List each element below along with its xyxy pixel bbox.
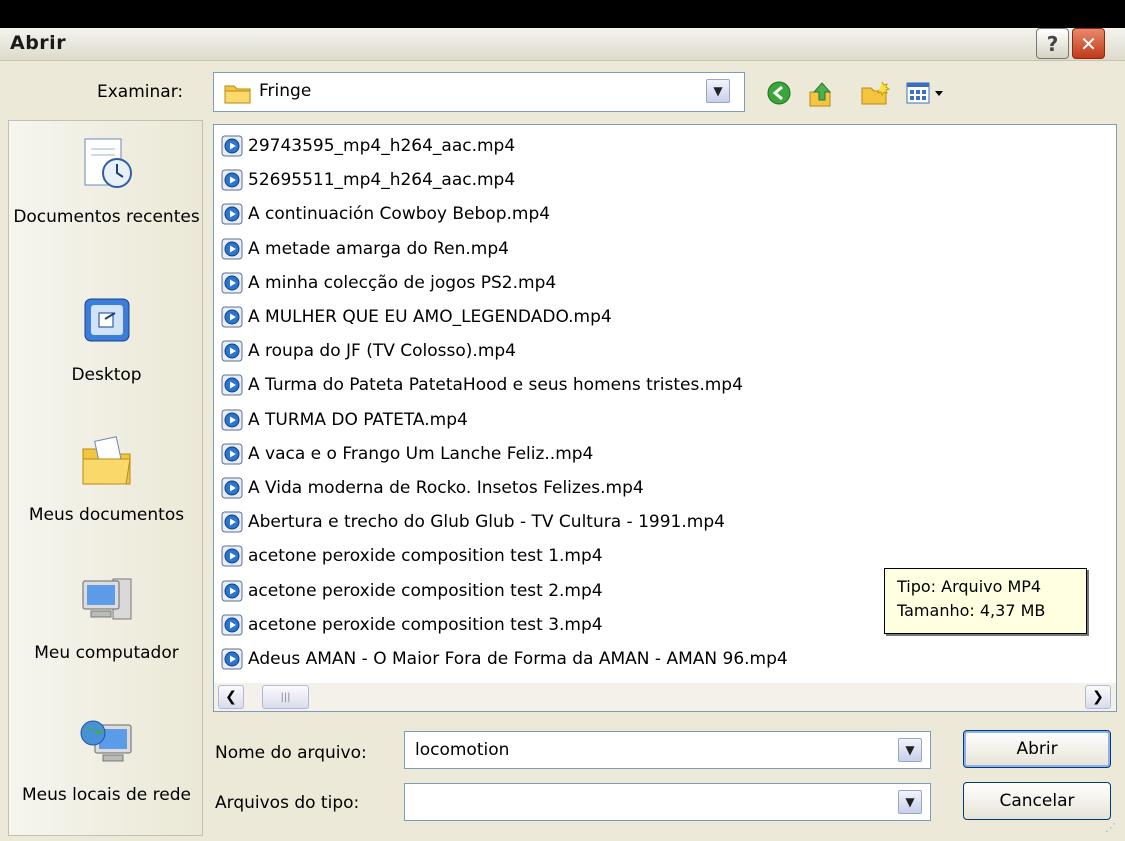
back-icon[interactable] — [766, 80, 792, 106]
file-name: A Vida moderna de Rocko. Insetos Felizes… — [248, 478, 644, 498]
media-file-icon — [221, 374, 243, 396]
media-file-icon — [221, 477, 243, 499]
filename-dropdown-arrow[interactable]: ▼ — [898, 738, 922, 762]
media-file-icon — [221, 272, 243, 294]
place-label: Meus documentos — [28, 505, 185, 525]
tooltip-size: Tamanho: 4,37 MB — [897, 601, 1046, 620]
file-name: A metade amarga do Ren.mp4 — [248, 238, 509, 259]
media-file-icon — [221, 135, 243, 157]
filename-label: Nome do arquivo: — [215, 743, 367, 763]
media-file-icon — [221, 169, 243, 191]
file-item[interactable]: A roupa do JF (TV Colosso).mp4 — [220, 336, 516, 366]
open-button[interactable]: Abrir — [963, 730, 1111, 768]
media-file-icon — [221, 340, 243, 362]
place-my-computer[interactable]: Meu computador — [9, 569, 204, 666]
place-my-documents[interactable]: Meus documentos — [9, 431, 204, 528]
file-item[interactable]: A Turma do Pateta PatetaHood e seus home… — [220, 370, 743, 400]
resize-grip[interactable]: ⋰ — [1105, 821, 1121, 837]
place-label: Meus locais de rede — [21, 785, 191, 805]
scroll-right-button[interactable]: ❯ — [1085, 685, 1111, 709]
look-in-combo[interactable]: Fringe ▼ — [213, 72, 745, 112]
media-file-icon — [221, 238, 243, 260]
media-file-icon — [221, 409, 243, 431]
file-name: Abertura e trecho do Glub Glub - TV Cult… — [248, 512, 725, 533]
file-name: Adeus AMAN - O Maior Fora de Forma da AM… — [248, 649, 788, 669]
desktop-icon — [84, 298, 129, 342]
up-folder-icon[interactable] — [808, 80, 836, 108]
filetype-dropdown-arrow[interactable]: ▼ — [898, 790, 922, 814]
media-file-icon — [221, 306, 243, 328]
file-name: A Turma do Pateta PatetaHood e seus home… — [248, 375, 743, 396]
file-name: A MULHER QUE EU AMO_LEGENDADO.mp4 — [248, 307, 612, 327]
recent-documents-icon — [84, 138, 132, 188]
file-name: 29743595_mp4_h264_aac.mp4 — [248, 136, 516, 156]
open-dialog: Abrir ? ✕ Examinar: Fringe ▼ Documentos … — [0, 0, 1125, 841]
new-folder-icon[interactable] — [860, 80, 890, 106]
place-label: Documentos recentes — [13, 207, 200, 227]
file-name: A minha colecção de jogos PS2.mp4 — [248, 272, 557, 293]
file-item[interactable]: 52695511_mp4_h264_aac.mp4 — [220, 165, 515, 195]
look-in-value: Fringe — [259, 81, 312, 101]
place-network[interactable]: Meus locais de rede — [9, 711, 204, 808]
network-places-icon — [80, 720, 131, 762]
look-in-dropdown-arrow[interactable]: ▼ — [706, 79, 730, 103]
file-item[interactable]: acetone peroxide composition test 1.mp4 — [220, 541, 603, 571]
scroll-left-button[interactable]: ❮ — [218, 685, 244, 709]
title-bar-inner: Abrir ? ✕ — [0, 28, 1125, 61]
cancel-button[interactable]: Cancelar — [963, 782, 1111, 820]
file-name: A continuación Cowboy Bebop.mp4 — [248, 204, 551, 225]
horizontal-scrollbar[interactable]: ❮ ||| ❯ — [214, 683, 1116, 711]
filename-field[interactable]: locomotion ▼ — [404, 731, 931, 769]
file-name: acetone peroxide composition test 2.mp4 — [248, 580, 603, 601]
window-title: Abrir — [10, 32, 67, 54]
file-item[interactable]: A MULHER QUE EU AMO_LEGENDADO.mp4 — [220, 302, 612, 332]
help-button[interactable]: ? — [1036, 28, 1069, 59]
look-in-label: Examinar: — [97, 82, 184, 102]
filetype-select[interactable]: ▼ — [404, 783, 931, 821]
file-item[interactable]: A minha colecção de jogos PS2.mp4 — [220, 268, 556, 298]
title-bar: Abrir ? ✕ — [0, 0, 1125, 61]
media-file-icon — [221, 511, 243, 533]
media-file-icon — [221, 580, 243, 602]
view-menu-icon[interactable] — [905, 80, 953, 106]
media-file-icon — [221, 648, 243, 670]
file-name: acetone peroxide composition test 3.mp4 — [248, 614, 603, 635]
file-name: acetone peroxide composition test 1.mp4 — [248, 546, 603, 567]
file-item[interactable]: acetone peroxide composition test 3.mp4 — [220, 610, 603, 640]
places-bar: Documentos recentes Desktop Meus documen… — [8, 120, 203, 836]
file-item[interactable]: Adeus AMAN - O Maior Fora de Forma da AM… — [220, 644, 788, 674]
file-name: A TURMA DO PATETA.mp4 — [248, 409, 468, 430]
file-name: 52695511_mp4_h264_aac.mp4 — [248, 170, 516, 191]
file-info-tooltip: Tipo: Arquivo MP4 Tamanho: 4,37 MB — [884, 568, 1087, 634]
filetype-label: Arquivos do tipo: — [215, 793, 360, 813]
place-recent-documents[interactable]: Documentos recentes — [9, 133, 204, 230]
file-item[interactable]: A TURMA DO PATETA.mp4 — [220, 405, 468, 435]
media-file-icon — [221, 443, 243, 465]
folder-icon — [224, 85, 251, 104]
file-item[interactable]: A vaca e o Frango Um Lanche Feliz..mp4 — [220, 439, 593, 469]
media-file-icon — [221, 614, 243, 636]
place-desktop[interactable]: Desktop — [9, 291, 204, 388]
file-name: A vaca e o Frango Um Lanche Feliz..mp4 — [248, 443, 594, 464]
filename-value: locomotion — [415, 740, 510, 760]
tooltip-type: Tipo: Arquivo MP4 — [897, 577, 1042, 596]
file-item[interactable]: Abertura e trecho do Glub Glub - TV Cult… — [220, 507, 725, 537]
close-button[interactable]: ✕ — [1072, 28, 1105, 59]
my-documents-icon — [82, 436, 131, 485]
media-file-icon — [221, 545, 243, 567]
place-label: Meu computador — [34, 643, 179, 663]
my-computer-icon — [82, 578, 131, 620]
scroll-thumb[interactable]: ||| — [262, 685, 309, 709]
place-label: Desktop — [71, 365, 142, 385]
media-file-icon — [221, 203, 243, 225]
file-name: A roupa do JF (TV Colosso).mp4 — [248, 341, 516, 362]
file-item[interactable]: A continuación Cowboy Bebop.mp4 — [220, 199, 550, 229]
file-item[interactable]: A Vida moderna de Rocko. Insetos Felizes… — [220, 473, 644, 503]
file-item[interactable]: A metade amarga do Ren.mp4 — [220, 234, 509, 264]
file-item[interactable]: acetone peroxide composition test 2.mp4 — [220, 576, 603, 606]
file-item[interactable]: 29743595_mp4_h264_aac.mp4 — [220, 131, 515, 161]
